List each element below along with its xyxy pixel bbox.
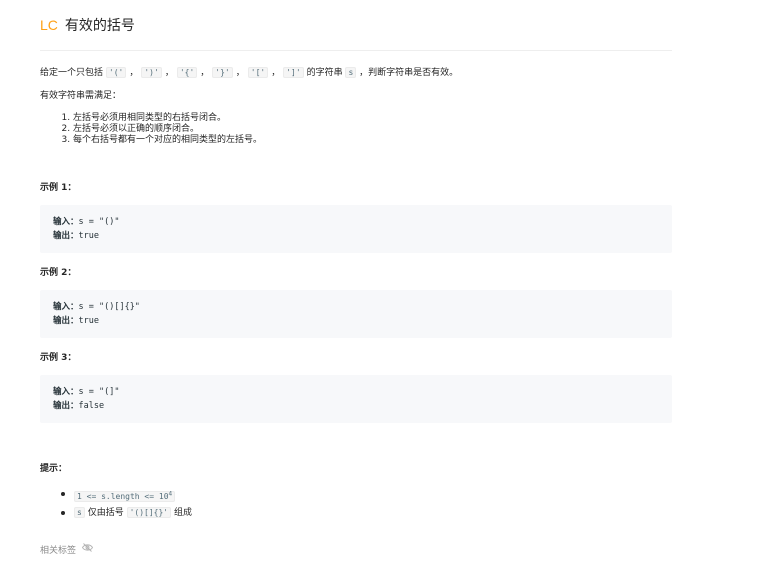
problem-page: LC 有效的括号 给定一个只包括 '('， ')'， '{'， '}'， '['， ']'… (40, 0, 672, 556)
hints-title: 提示： (40, 464, 68, 474)
output-label: 输出： (53, 401, 79, 411)
example-output: true (78, 231, 99, 241)
char-code: '}' (212, 67, 233, 78)
rule-item: 每个右括号都有一个对应的相同类型的左括号。 (73, 135, 672, 146)
bullet-icon (61, 492, 65, 496)
constraint-text: 仅由括号 (87, 507, 124, 518)
example-output: true (78, 316, 99, 326)
example-title: 示例 2： (40, 268, 77, 278)
problem-header: LC 有效的括号 (40, 0, 672, 51)
related-tags-label: 相关标签 (40, 545, 77, 556)
example-block: 输入：s = "()" 输出：true (40, 205, 672, 253)
char-code: ')' (141, 67, 162, 78)
constraint-item: 1 <= s.length <= 104 (40, 486, 672, 505)
exponent: 4 (168, 490, 173, 497)
problem-title: 有效的括号 (64, 18, 135, 34)
bullet-icon (61, 510, 65, 515)
example-title: 示例 3： (40, 353, 77, 363)
constraint-item: s 仅由括号 '()[]{}' 组成 (40, 505, 672, 521)
constraint-code: 1 <= s.length <= 104 (74, 490, 176, 502)
rules-list: 左括号必须用相同类型的右括号闭合。 左括号必须以正确的顺序闭合。 每个右括号都有… (40, 113, 672, 146)
output-label: 输出： (53, 231, 79, 241)
input-label: 输入： (53, 387, 79, 397)
constraint-code: '()[]{}' (126, 506, 172, 518)
constraints-list: 1 <= s.length <= 104 s 仅由括号 '()[]{}' 组成 (40, 486, 672, 521)
lc-logo: LC (40, 17, 58, 33)
char-code: ']' (283, 67, 304, 78)
char-code: '{' (176, 67, 198, 78)
problem-statement: 给定一个只包括 '('， ')'， '{'， '}'， '['， ']' 的字符串 s ，… (40, 67, 459, 78)
example-input: s = "(]" (78, 387, 120, 397)
example-input: s = "()[]{}" (78, 302, 140, 312)
char-code: '(' (105, 67, 127, 78)
rule-item: 左括号必须以正确的顺序闭合。 (73, 124, 672, 135)
example-title: 示例 1： (40, 183, 77, 193)
statement-text: 的字符串 (306, 68, 343, 78)
char-code: '[' (247, 67, 269, 78)
related-tags-toggle[interactable]: 相关标签 (40, 543, 672, 556)
example-input: s = "()" (78, 217, 120, 227)
rule-item: 左括号必须用相同类型的右括号闭合。 (73, 113, 672, 124)
valid-intro: 有效字符串需满足： (40, 91, 122, 101)
statement-text: 给定一个只包括 (40, 68, 104, 78)
example-block: 输入：s = "(]" 输出：false (40, 375, 672, 423)
statement-text: ，判断字符串是否有效。 (359, 68, 459, 78)
example-block: 输入：s = "()[]{}" 输出：true (40, 290, 672, 338)
eye-slash-icon[interactable] (81, 543, 94, 555)
var-s: s (345, 67, 357, 78)
input-label: 输入： (53, 302, 79, 312)
constraint-text: 组成 (174, 507, 193, 518)
example-output: false (78, 401, 105, 411)
output-label: 输出： (53, 316, 79, 326)
var-s: s (74, 506, 85, 518)
input-label: 输入： (53, 217, 79, 227)
